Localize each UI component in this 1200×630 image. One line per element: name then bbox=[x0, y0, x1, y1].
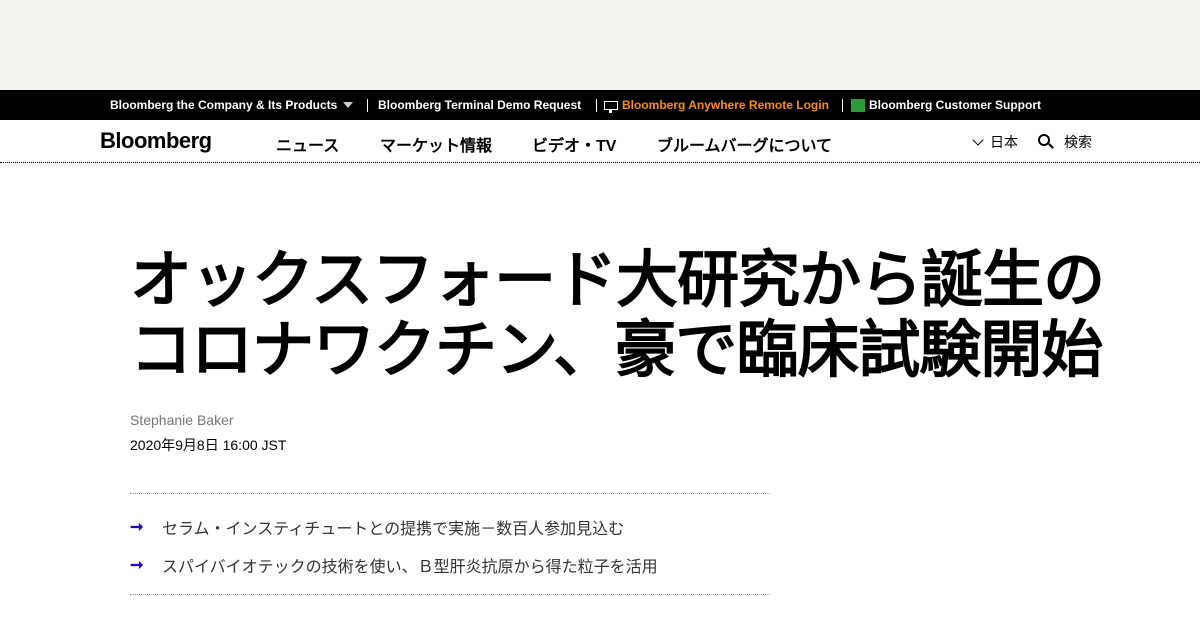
abstract-text: スパイバイオテックの技術を使い、Ｂ型肝炎抗原から得た粒子を活用 bbox=[162, 559, 658, 576]
ad-banner-area bbox=[0, 0, 1200, 90]
customer-support-label: Bloomberg Customer Support bbox=[869, 98, 1042, 112]
article-abstract: ➞ セラム・インスティチュートとの提携で実施－数百人参加見込む ➞ スパイバイオ… bbox=[130, 493, 770, 595]
company-products-menu[interactable]: Bloomberg the Company & Its Products bbox=[110, 90, 354, 120]
headline-line-2: コロナワクチン、豪で臨床試験開始 bbox=[130, 316, 1103, 385]
abstract-text: セラム・インスティチュートとの提携で実施－数百人参加見込む bbox=[162, 521, 625, 538]
anywhere-login-link[interactable]: Bloomberg Anywhere Remote Login bbox=[604, 90, 829, 120]
anywhere-login-label: Bloomberg Anywhere Remote Login bbox=[622, 98, 829, 112]
search-label: 検索 bbox=[1064, 134, 1092, 150]
abstract-item: ➞ セラム・インスティチュートとの提携で実施－数百人参加見込む bbox=[130, 515, 624, 539]
company-products-label: Bloomberg the Company & Its Products bbox=[110, 98, 338, 112]
edition-label: 日本 bbox=[990, 134, 1018, 150]
terminal-demo-label: Bloomberg Terminal Demo Request bbox=[378, 98, 582, 112]
arrow-right-icon: ➞ bbox=[130, 519, 144, 536]
article-headline: オックスフォード大研究から誕生の コロナワクチン、豪で臨床試験開始 bbox=[130, 246, 1130, 386]
article-date: 2020年9月8日 16:00 JST bbox=[130, 437, 287, 453]
customer-support-link[interactable]: Bloomberg Customer Support bbox=[851, 90, 1041, 120]
bloomberg-logo[interactable]: Bloomberg bbox=[100, 128, 212, 154]
headline-line-1: オックスフォード大研究から誕生の bbox=[130, 246, 1105, 315]
corporate-top-bar: Bloomberg the Company & Its Products Blo… bbox=[0, 90, 1200, 120]
nav-item-video-tv[interactable]: ビデオ・TV bbox=[532, 132, 616, 156]
terminal-demo-link[interactable]: Bloomberg Terminal Demo Request bbox=[378, 90, 581, 120]
chevron-down-icon bbox=[972, 134, 984, 146]
caret-down-icon bbox=[343, 102, 354, 108]
monitor-icon bbox=[604, 100, 618, 113]
search-icon bbox=[1038, 134, 1054, 150]
help-key-icon bbox=[851, 98, 865, 112]
search-button[interactable]: 検索 bbox=[1038, 132, 1092, 152]
article-author[interactable]: Stephanie Baker bbox=[130, 412, 234, 428]
nav-item-about[interactable]: ブルームバーグについて bbox=[657, 132, 832, 156]
abstract-item: ➞ スパイバイオテックの技術を使い、Ｂ型肝炎抗原から得た粒子を活用 bbox=[130, 553, 658, 577]
main-navigation: Bloomberg ニュース マーケット情報 ビデオ・TV ブルームバーグについ… bbox=[0, 120, 1200, 163]
arrow-right-icon: ➞ bbox=[130, 557, 144, 574]
divider bbox=[842, 99, 843, 112]
divider bbox=[367, 99, 368, 112]
nav-item-news[interactable]: ニュース bbox=[276, 132, 339, 156]
edition-selector[interactable]: 日本 bbox=[972, 132, 1018, 152]
nav-item-markets[interactable]: マーケット情報 bbox=[380, 132, 492, 156]
divider bbox=[596, 99, 597, 112]
